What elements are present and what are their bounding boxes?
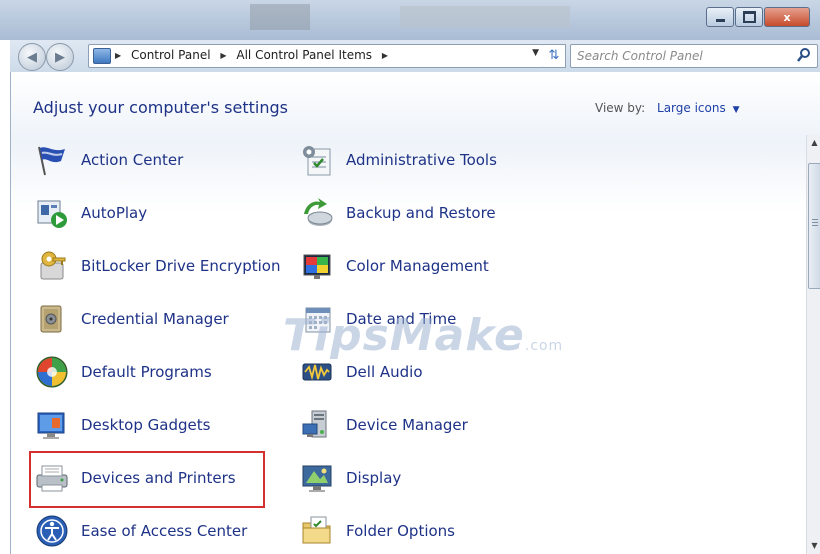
breadcrumb-separator-icon[interactable]: ▶	[115, 51, 121, 60]
item-desktop-gadgets[interactable]: Desktop Gadgets	[35, 405, 210, 445]
flag-icon	[35, 143, 69, 177]
item-label: Dell Audio	[346, 363, 423, 381]
search-input[interactable]	[575, 47, 789, 65]
breadcrumb-control-panel[interactable]: Control Panel	[131, 48, 211, 62]
refresh-button[interactable]: ⇅	[543, 44, 566, 68]
content-pane: Adjust your computer's settings View by:…	[10, 72, 820, 554]
breadcrumb-separator-icon[interactable]: ▶	[220, 51, 226, 60]
background-blur	[400, 6, 570, 28]
item-label: Desktop Gadgets	[81, 416, 211, 434]
item-device-manager[interactable]: Device Manager	[300, 405, 468, 445]
maximize-icon	[742, 11, 756, 23]
key-icon	[35, 249, 69, 283]
item-label: BitLocker Drive Encryption	[81, 257, 281, 275]
forward-button[interactable]: ▶	[46, 43, 74, 71]
backup-icon	[300, 196, 334, 230]
color-management-icon	[300, 249, 334, 283]
watermark: TipsMake.com	[283, 310, 563, 361]
item-credential-manager[interactable]: Credential Manager	[35, 299, 229, 339]
watermark-brand: TipsMake	[283, 310, 525, 361]
windows-orb-icon	[35, 355, 69, 389]
scroll-thumb[interactable]	[808, 163, 820, 289]
item-label: Ease of Access Center	[81, 522, 248, 540]
item-label: AutoPlay	[81, 204, 148, 222]
item-label: Administrative Tools	[346, 151, 497, 169]
scroll-down-icon[interactable]: ▼	[807, 538, 820, 554]
background-blur	[250, 4, 310, 30]
minimize-button[interactable]	[706, 7, 734, 27]
monitor-icon	[300, 461, 334, 495]
item-label: Folder Options	[346, 522, 455, 540]
device-manager-icon	[300, 408, 334, 442]
control-panel-icon	[93, 48, 111, 64]
forward-arrow-icon: ▶	[55, 49, 65, 65]
breadcrumb-separator-icon[interactable]: ▶	[382, 51, 388, 60]
admin-tools-icon	[300, 143, 334, 177]
breadcrumb-all-items[interactable]: All Control Panel Items	[236, 48, 372, 62]
item-ease-of-access[interactable]: Ease of Access Center	[35, 511, 247, 551]
search-box[interactable]	[570, 44, 818, 68]
item-default-programs[interactable]: Default Programs	[35, 352, 212, 392]
item-backup-and-restore[interactable]: Backup and Restore	[300, 193, 496, 233]
chevron-down-icon[interactable]: ▼	[733, 105, 740, 115]
window-controls: x	[705, 7, 810, 27]
item-label: Default Programs	[81, 363, 212, 381]
item-display[interactable]: Display	[300, 458, 401, 498]
highlight-box	[29, 451, 265, 508]
address-dropdown-icon[interactable]: ▼	[532, 48, 539, 58]
close-button[interactable]: x	[764, 7, 810, 27]
folder-icon	[300, 514, 334, 548]
grip-icon	[812, 219, 818, 227]
view-by-label: View by:	[595, 101, 646, 115]
item-folder-options[interactable]: Folder Options	[300, 511, 455, 551]
item-label: Backup and Restore	[346, 204, 496, 222]
item-label: Device Manager	[346, 416, 468, 434]
item-administrative-tools[interactable]: Administrative Tools	[300, 140, 497, 180]
item-label: Credential Manager	[81, 310, 229, 328]
item-color-management[interactable]: Color Management	[300, 246, 489, 286]
item-autoplay[interactable]: AutoPlay	[35, 193, 147, 233]
vault-icon	[35, 302, 69, 336]
maximize-button[interactable]	[735, 7, 763, 27]
back-arrow-icon: ◀	[27, 49, 37, 65]
item-bitlocker[interactable]: BitLocker Drive Encryption	[35, 246, 280, 286]
item-action-center[interactable]: Action Center	[35, 140, 183, 180]
item-label: Action Center	[81, 151, 184, 169]
vertical-scrollbar[interactable]: ▲ ▼	[806, 135, 820, 554]
navigation-bar: ◀ ▶ ▶ Control Panel ▶ All Control Panel …	[10, 40, 820, 72]
autoplay-icon	[35, 196, 69, 230]
address-bar[interactable]: ▶ Control Panel ▶ All Control Panel Item…	[88, 44, 544, 68]
search-icon[interactable]	[797, 47, 811, 67]
watermark-suffix: .com	[524, 338, 564, 354]
breadcrumb: ▶ Control Panel ▶ All Control Panel Item…	[115, 48, 394, 62]
item-label: Color Management	[346, 257, 489, 275]
back-button[interactable]: ◀	[18, 43, 46, 71]
page-title: Adjust your computer's settings	[33, 98, 288, 117]
minimize-icon	[715, 18, 725, 22]
accessibility-icon	[35, 514, 69, 548]
view-by-dropdown[interactable]: Large icons	[657, 101, 726, 115]
scroll-up-icon[interactable]: ▲	[807, 135, 820, 151]
refresh-icon: ⇅	[548, 48, 560, 63]
gadgets-icon	[35, 408, 69, 442]
window-titlebar: x	[0, 0, 820, 40]
view-by: View by: Large icons ▼	[595, 101, 739, 115]
item-label: Display	[346, 469, 402, 487]
